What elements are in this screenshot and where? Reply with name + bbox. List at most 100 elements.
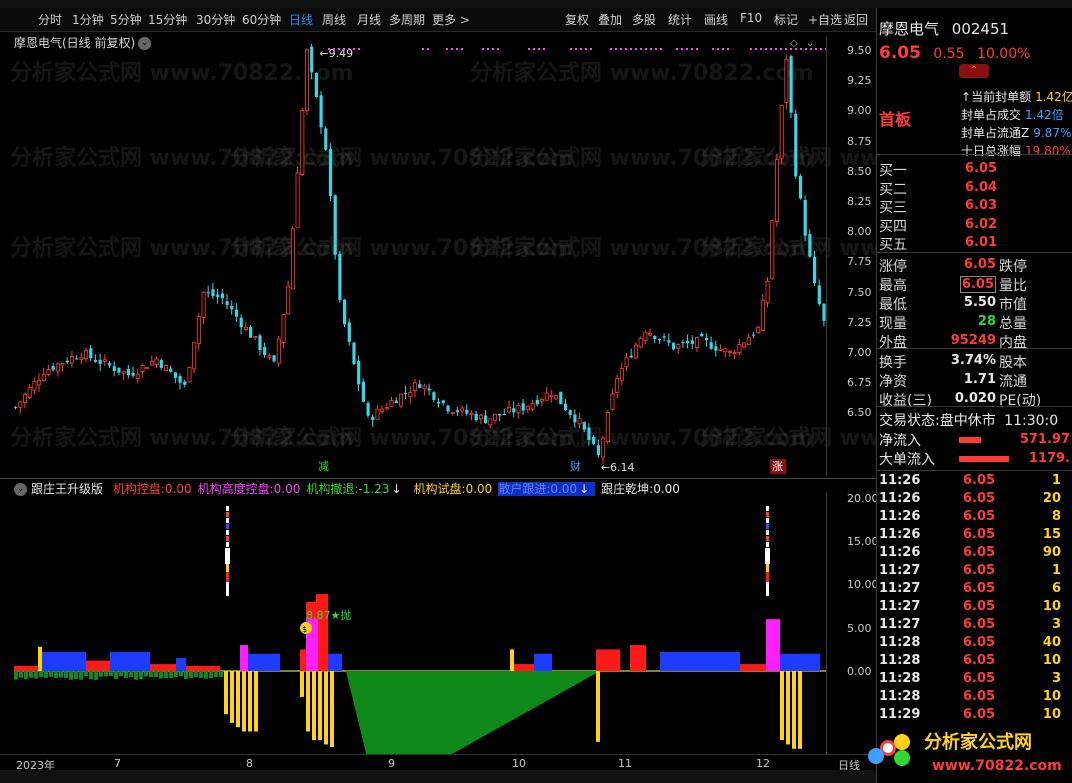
tick-row[interactable]: 11:27 6.05 3 — [877, 617, 1072, 635]
seal-info-label: 十日总涨幅 — [961, 144, 1022, 158]
candle-body — [587, 427, 591, 440]
period-tab[interactable]: 多周期 — [389, 11, 425, 28]
seal-info-value: 9.87% — [1033, 126, 1072, 140]
signal-dot — [456, 48, 458, 50]
toolbar-button[interactable]: 画线 — [704, 11, 728, 28]
board-tag: 首板 — [879, 110, 912, 129]
signal-tower — [226, 582, 229, 596]
collapse-button[interactable]: ⌃ — [959, 64, 989, 78]
bid-price[interactable]: 6.01 — [965, 235, 997, 250]
toolbar-button[interactable]: 标记 — [774, 11, 798, 28]
period-tab[interactable]: 月线 — [357, 11, 381, 28]
candle-body — [700, 333, 704, 337]
bid-price[interactable]: 6.02 — [965, 217, 997, 232]
period-tab[interactable]: 日线 — [289, 11, 313, 28]
control-bar — [630, 645, 646, 671]
signal-dot — [625, 48, 627, 50]
signal-dot — [650, 48, 652, 50]
candle-body — [521, 403, 525, 411]
candle-body — [93, 359, 98, 362]
withdraw-bar — [134, 671, 138, 680]
candle-body — [169, 368, 173, 372]
candle-body — [290, 228, 295, 290]
signal-tower — [766, 572, 769, 582]
toolbar-button[interactable]: +自选 — [808, 11, 842, 28]
candle-body — [220, 293, 224, 299]
candle-body — [686, 341, 690, 344]
withdraw-bar — [194, 671, 198, 677]
candlestick-chart[interactable]: ←9.49←6.14减财涨◇ ⌄ — [0, 36, 826, 478]
period-tab[interactable]: 15分钟 — [148, 11, 187, 28]
toolbar-button[interactable]: 多股 — [632, 11, 656, 28]
tick-row[interactable]: 11:27 6.05 6 — [877, 581, 1072, 599]
signal-tower — [766, 536, 769, 541]
tick-time: 11:26 — [879, 545, 921, 560]
period-tab[interactable]: 周线 — [322, 11, 346, 28]
candle-body — [549, 394, 554, 397]
signal-dot — [660, 48, 662, 50]
candle-body — [149, 360, 154, 366]
chevron-down-icon[interactable]: ⌄ — [806, 38, 814, 49]
tick-row[interactable]: 11:28 6.05 40 — [877, 635, 1072, 653]
stat-label: 外盘 — [879, 335, 907, 351]
tick-row[interactable]: 11:26 6.05 15 — [877, 527, 1072, 545]
toolbar-button[interactable]: 统计 — [668, 11, 692, 28]
period-tab[interactable]: 分时 — [38, 11, 62, 28]
diamond-icon[interactable]: ◇ — [790, 38, 798, 49]
signal-dot — [358, 48, 360, 50]
tick-row[interactable]: 11:28 6.05 10 — [877, 689, 1072, 707]
retail-bar — [534, 653, 552, 671]
withdraw-bar — [114, 671, 118, 680]
tick-time: 11:27 — [879, 563, 921, 578]
withdraw-area — [346, 671, 600, 754]
period-tab[interactable]: 1分钟 — [72, 11, 104, 28]
panel-divider[interactable] — [0, 478, 876, 479]
event-marker[interactable]: 减 — [318, 460, 329, 473]
bid-price[interactable]: 6.05 — [965, 161, 997, 176]
withdraw-bar — [184, 671, 188, 680]
tick-row[interactable]: 11:27 6.05 10 — [877, 599, 1072, 617]
candle-body — [352, 342, 356, 365]
candle-body — [610, 393, 615, 410]
period-tab[interactable]: 5分钟 — [110, 11, 142, 28]
bid-price[interactable]: 6.03 — [965, 198, 997, 213]
seal-info-value: 19.80% — [1025, 144, 1071, 158]
signal-dot — [645, 48, 647, 50]
candle-body — [507, 406, 512, 413]
candle-body — [84, 350, 89, 360]
tick-row[interactable]: 11:27 6.05 1 — [877, 563, 1072, 581]
tick-row[interactable]: 11:26 6.05 90 — [877, 545, 1072, 563]
indicator-chart[interactable]: $8.87★抛 — [0, 492, 826, 754]
tick-row[interactable]: 11:28 6.05 3 — [877, 671, 1072, 689]
signal-dot — [580, 48, 582, 50]
seal-info-row: 十日总涨幅 19.80% — [961, 142, 1071, 159]
event-marker[interactable]: 财 — [570, 459, 581, 473]
period-tab[interactable]: 30分钟 — [196, 11, 235, 28]
tick-row[interactable]: 11:28 6.05 10 — [877, 653, 1072, 671]
price-tick-label: 7.25 — [847, 315, 872, 329]
tick-row[interactable]: 11:26 6.05 1 — [877, 473, 1072, 491]
candle-body — [784, 58, 789, 103]
tick-volume: 3 — [1051, 671, 1061, 686]
test-bar — [596, 671, 600, 742]
signal-dot — [610, 48, 612, 50]
toolbar-button[interactable]: 返回 — [844, 11, 868, 28]
toolbar-button[interactable]: 叠加 — [598, 11, 622, 28]
candle-body — [46, 369, 51, 375]
candle-body — [389, 400, 394, 407]
signal-tower — [766, 542, 769, 547]
signal-dot — [528, 48, 530, 50]
tick-row[interactable]: 11:26 6.05 20 — [877, 491, 1072, 509]
toolbar-button[interactable]: F10 — [740, 11, 762, 25]
indicator-tick-label: 10.00 — [847, 578, 879, 592]
trade-time: 11:30:0 — [1004, 413, 1059, 429]
period-tab[interactable]: 60分钟 — [242, 11, 281, 28]
divider — [877, 252, 1072, 253]
period-tab[interactable]: 更多 > — [432, 11, 470, 28]
signal-tower — [765, 548, 770, 564]
bid-price[interactable]: 6.04 — [965, 180, 997, 195]
event-marker[interactable]: 涨 — [772, 460, 783, 473]
toolbar-button[interactable]: 复权 — [565, 11, 589, 28]
tick-row[interactable]: 11:26 6.05 8 — [877, 509, 1072, 527]
withdraw-bar — [19, 671, 23, 678]
